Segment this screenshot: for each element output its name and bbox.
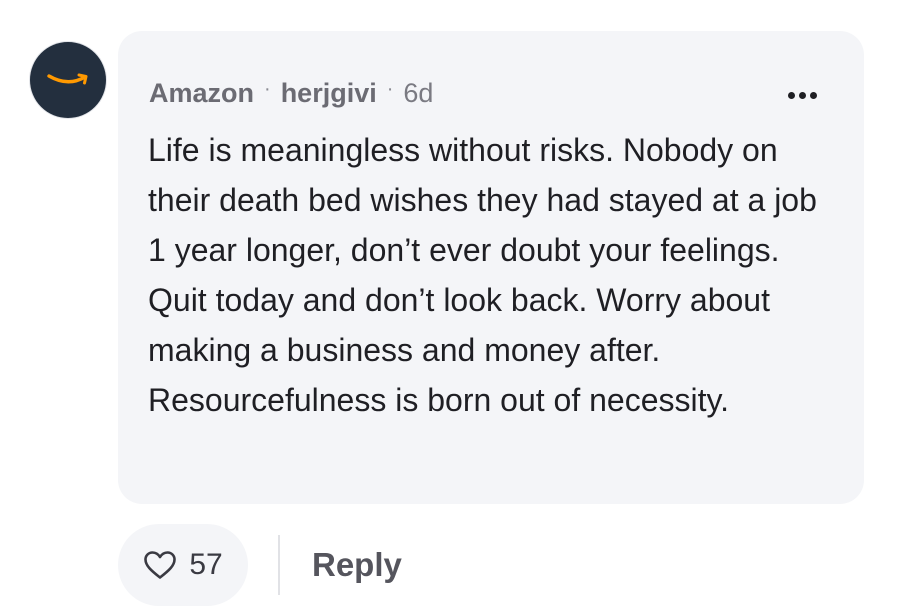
comment-meta: Amazon · herjgivi · 6d — [149, 75, 433, 111]
comment-age: 6d — [403, 78, 434, 108]
like-count: 57 — [189, 548, 223, 581]
meta-separator: · — [264, 78, 271, 100]
more-options-button[interactable] — [782, 83, 822, 107]
comment-bubble: Amazon · herjgivi · 6d Life is meaningle… — [118, 31, 864, 504]
meta-separator: · — [386, 78, 394, 100]
more-horizontal-icon-dot — [809, 91, 817, 99]
comment-text: Life is meaningless without risks. Nobod… — [148, 132, 817, 418]
community-name[interactable]: Amazon — [149, 75, 254, 111]
reply-button[interactable]: Reply — [312, 546, 402, 584]
author-name[interactable]: herjgivi — [281, 75, 377, 111]
more-horizontal-icon-dot — [798, 91, 806, 99]
more-horizontal-icon-dot — [787, 91, 795, 99]
amazon-logo-icon — [47, 73, 88, 85]
comment-actions: 57 Reply — [118, 524, 402, 606]
heart-outline-icon — [144, 551, 177, 579]
actions-divider — [278, 535, 280, 595]
avatar[interactable] — [30, 42, 106, 118]
like-button[interactable]: 57 — [118, 524, 248, 606]
